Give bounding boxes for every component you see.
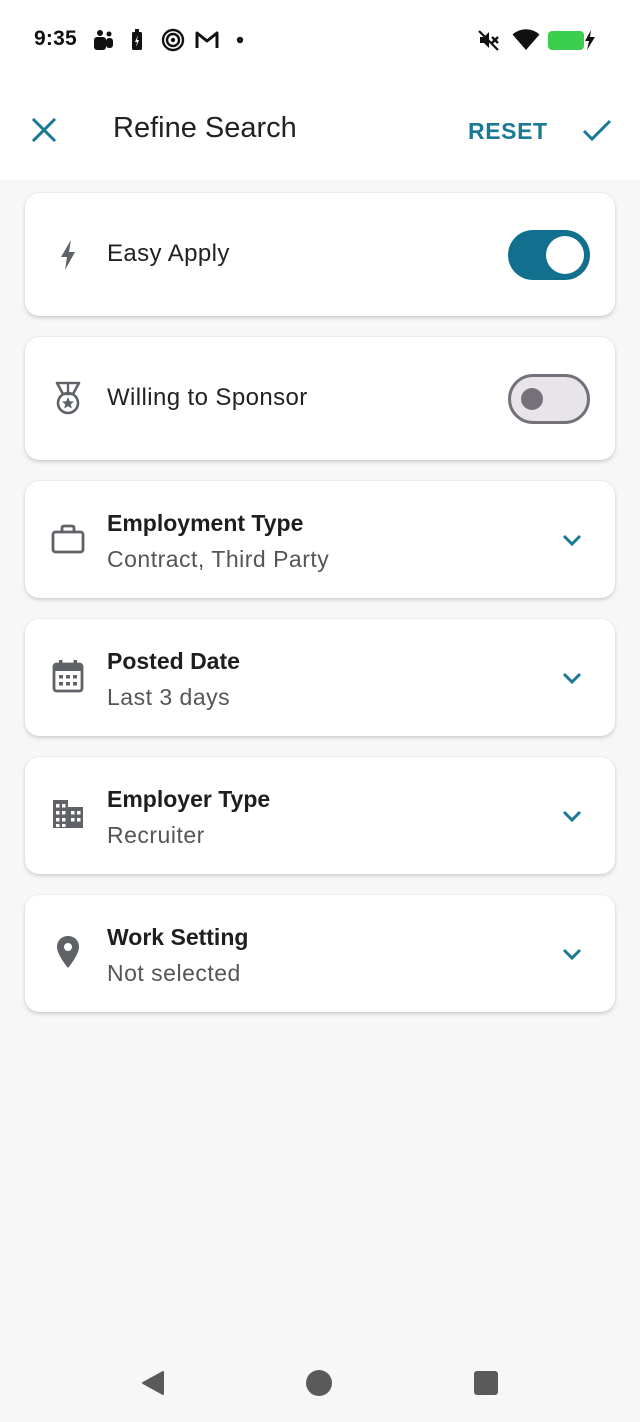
notification-dot-icon (235, 27, 245, 53)
easy-apply-toggle[interactable] (508, 230, 590, 280)
status-time: 9:35 (34, 27, 77, 50)
easy-apply-label: Easy Apply (107, 240, 230, 267)
reset-button[interactable]: RESET (458, 106, 558, 156)
wifi-icon (511, 27, 541, 53)
spiral-app-icon (160, 27, 186, 53)
briefcase-icon (51, 522, 85, 556)
back-icon (142, 1371, 164, 1395)
chevron-down-icon (559, 665, 585, 691)
toggle-knob (521, 388, 543, 410)
willing-to-sponsor-card[interactable]: Willing to Sponsor (25, 337, 615, 460)
close-button[interactable] (22, 108, 66, 152)
home-icon (306, 1370, 332, 1396)
location-pin-icon (51, 935, 85, 969)
medal-icon (51, 381, 85, 415)
posted-date-value: Last 3 days (107, 684, 231, 710)
chevron-down-icon (559, 803, 585, 829)
teams-icon (92, 27, 116, 53)
chevron-down-icon (559, 527, 585, 553)
posted-date-title: Posted Date (107, 648, 240, 674)
checkmark-icon (582, 119, 612, 142)
back-button[interactable] (128, 1358, 178, 1408)
employer-type-dropdown[interactable]: Employer Type Recruiter (25, 757, 615, 874)
toggle-knob (546, 236, 584, 274)
lightning-icon (51, 238, 85, 272)
close-icon (31, 117, 57, 143)
home-button[interactable] (294, 1358, 344, 1408)
recents-button[interactable] (461, 1358, 511, 1408)
employment-type-title: Employment Type (107, 510, 304, 536)
employment-type-dropdown[interactable]: Employment Type Contract, Third Party (25, 481, 615, 598)
chevron-down-icon (559, 941, 585, 967)
recents-icon (474, 1371, 498, 1395)
status-bar: 9:35 (0, 0, 640, 84)
employment-type-value: Contract, Third Party (107, 546, 330, 572)
app-bar: Refine Search RESET (0, 84, 640, 180)
battery-saver-icon (129, 27, 145, 53)
work-setting-title: Work Setting (107, 924, 249, 950)
work-setting-value: Not selected (107, 960, 241, 986)
employer-type-value: Recruiter (107, 822, 205, 848)
system-navigation-bar (0, 1340, 640, 1422)
building-icon (51, 797, 85, 831)
apply-button[interactable] (574, 108, 620, 154)
willing-to-sponsor-toggle[interactable] (508, 374, 590, 424)
gmail-icon (194, 27, 220, 53)
battery-charging-icon (547, 27, 597, 53)
mute-icon (477, 27, 501, 53)
calendar-icon (51, 659, 85, 693)
willing-to-sponsor-label: Willing to Sponsor (107, 384, 308, 411)
employer-type-title: Employer Type (107, 786, 271, 812)
easy-apply-card[interactable]: Easy Apply (25, 193, 615, 316)
page-title: Refine Search (113, 112, 297, 144)
work-setting-dropdown[interactable]: Work Setting Not selected (25, 895, 615, 1012)
posted-date-dropdown[interactable]: Posted Date Last 3 days (25, 619, 615, 736)
